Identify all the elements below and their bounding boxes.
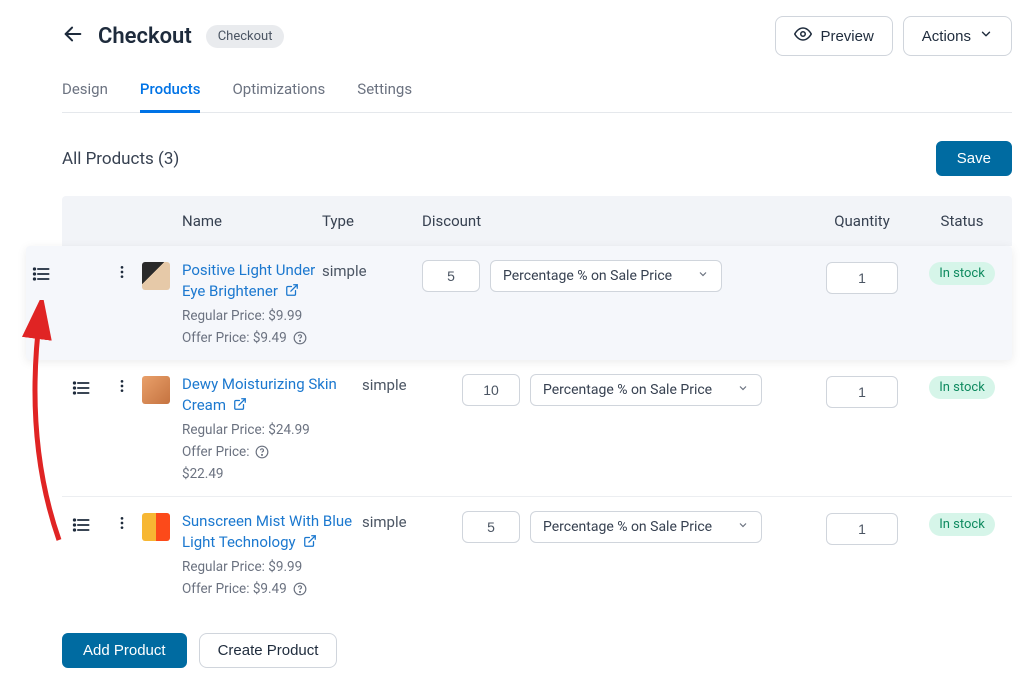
regular-price: Regular Price: $9.99 [182, 559, 362, 575]
external-link-icon[interactable] [285, 285, 299, 301]
page-title: Checkout [98, 24, 192, 49]
help-icon[interactable] [255, 445, 269, 459]
discount-input[interactable] [462, 374, 520, 406]
offer-price: Offer Price: [182, 444, 362, 460]
status-badge: In stock [929, 513, 995, 536]
discount-type-select[interactable]: Percentage % on Sale Price [490, 260, 722, 292]
table-row: Positive Light Under Eye Brightener Regu… [26, 246, 1012, 360]
eye-icon [794, 25, 812, 47]
preview-label: Preview [820, 28, 873, 45]
product-type: simple [362, 374, 462, 394]
tab-design[interactable]: Design [62, 80, 108, 113]
discount-type-value: Percentage % on Sale Price [543, 382, 712, 398]
chevron-down-icon [979, 27, 993, 45]
product-link[interactable]: Dewy Moisturizing Skin Cream [182, 375, 337, 414]
drag-handle-icon[interactable] [72, 515, 92, 535]
tab-products[interactable]: Products [140, 80, 201, 113]
product-link[interactable]: Sunscreen Mist With Blue Light Technolog… [182, 512, 352, 551]
offer-price: Offer Price: $9.49 [182, 330, 322, 346]
back-arrow-icon[interactable] [62, 23, 84, 49]
status-badge: In stock [929, 262, 995, 285]
discount-type-select[interactable]: Percentage % on Sale Price [530, 374, 762, 406]
drag-handle-icon[interactable] [72, 378, 92, 398]
chevron-down-icon [697, 268, 709, 284]
offer-price: Offer Price: $9.49 [182, 581, 362, 597]
row-menu-icon[interactable] [114, 515, 130, 531]
tab-optimizations[interactable]: Optimizations [232, 80, 325, 113]
add-product-button[interactable]: Add Product [62, 633, 187, 668]
col-quantity: Quantity [812, 212, 912, 230]
actions-button[interactable]: Actions [903, 16, 1012, 56]
product-thumbnail [142, 262, 170, 290]
help-icon[interactable] [293, 582, 307, 596]
table-row: Dewy Moisturizing Skin Cream Regular Pri… [62, 360, 1012, 497]
external-link-icon[interactable] [303, 536, 317, 552]
quantity-input[interactable] [826, 262, 898, 294]
save-button[interactable]: Save [936, 141, 1012, 176]
discount-input[interactable] [462, 511, 520, 543]
product-type: simple [322, 260, 422, 280]
col-type: Type [322, 212, 422, 230]
quantity-input[interactable] [826, 513, 898, 545]
discount-input[interactable] [422, 260, 480, 292]
regular-price: Regular Price: $9.99 [182, 308, 322, 324]
top-bar: Checkout Checkout Preview Actions [62, 16, 1012, 56]
preview-button[interactable]: Preview [775, 16, 892, 56]
discount-type-value: Percentage % on Sale Price [503, 268, 672, 284]
drag-handle-icon[interactable] [32, 264, 52, 284]
chevron-down-icon [737, 382, 749, 398]
help-icon[interactable] [293, 331, 307, 345]
actions-label: Actions [922, 28, 971, 45]
regular-price: Regular Price: $24.99 [182, 422, 362, 438]
status-badge: In stock [929, 376, 995, 399]
tab-settings[interactable]: Settings [357, 80, 412, 113]
row-menu-icon[interactable] [114, 264, 130, 280]
table-header: Name Type Discount Quantity Status [62, 196, 1012, 246]
table-row: Sunscreen Mist With Blue Light Technolog… [62, 497, 1012, 611]
discount-type-select[interactable]: Percentage % on Sale Price [530, 511, 762, 543]
quantity-input[interactable] [826, 376, 898, 408]
offer-price-value: $22.49 [182, 466, 362, 482]
product-thumbnail [142, 513, 170, 541]
create-product-button[interactable]: Create Product [199, 633, 338, 668]
section-title: All Products (3) [62, 149, 179, 169]
chevron-down-icon [737, 519, 749, 535]
discount-type-value: Percentage % on Sale Price [543, 519, 712, 535]
product-thumbnail [142, 376, 170, 404]
context-badge: Checkout [206, 25, 285, 48]
col-name: Name [182, 212, 322, 230]
row-menu-icon[interactable] [114, 378, 130, 394]
col-status: Status [912, 212, 1012, 230]
product-type: simple [362, 511, 462, 531]
tabs: Design Products Optimizations Settings [62, 80, 1012, 113]
col-discount: Discount [422, 212, 812, 230]
external-link-icon[interactable] [233, 399, 247, 415]
